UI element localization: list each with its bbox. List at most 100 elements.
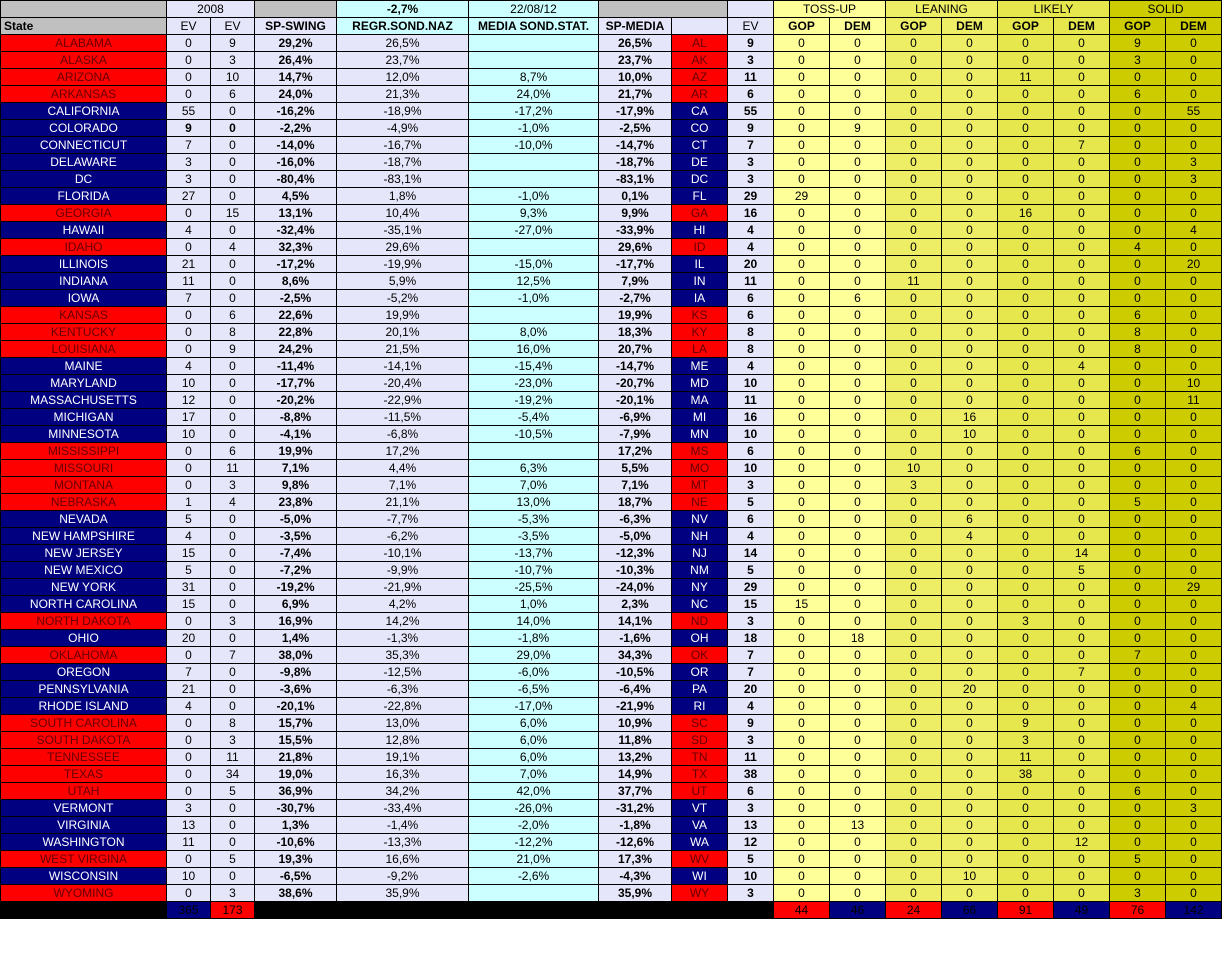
regr-sond-naz: 12,0% [336, 68, 469, 86]
media-sond-stat: -1,0% [468, 289, 599, 307]
usa-likely-dem: 49 [1053, 901, 1110, 919]
tossup-dem: 0 [829, 272, 886, 290]
likely-dem: 4 [1053, 357, 1110, 375]
state-abbr: UT [671, 782, 728, 800]
sp-swing: 6,9% [254, 595, 337, 613]
state-abbr: MD [671, 374, 728, 392]
state-abbr: GA [671, 204, 728, 222]
sp-swing: 29,2% [254, 34, 337, 52]
ev-2012: 7 [727, 646, 774, 664]
media-sond-stat [468, 170, 599, 188]
table-row: NEW MEXICO 5 0 -7,2% -9,9% -10,7% -10,3% NM 5 0 0 0… [0, 561, 1222, 579]
solid-gop: 0 [1109, 221, 1166, 239]
media-sond-stat: 7,0% [468, 765, 599, 783]
likely-gop: 0 [997, 374, 1054, 392]
ev-rep-2008: 7 [210, 646, 255, 664]
ev-dem-2008: 15 [166, 595, 211, 613]
ev-dem-2008: 10 [166, 425, 211, 443]
ev-2012: 3 [727, 731, 774, 749]
ev-rep-2008: 4 [210, 493, 255, 511]
state-column-header: State [0, 17, 167, 35]
usa-total-ev: 538 [727, 901, 774, 919]
state-name: WEST VIRGINA [0, 850, 167, 868]
sp-swing: 9,8% [254, 476, 337, 494]
leaning-dem: 4 [941, 527, 998, 545]
sp-swing: -16,0% [254, 153, 337, 171]
regr-sond-naz: -21,9% [336, 578, 469, 596]
solid-dem: 0 [1165, 663, 1222, 681]
table-row: SOUTH DAKOTA 0 3 15,5% 12,8% 6,0% 11,8% SD 3 0 0 0 0… [0, 731, 1222, 749]
ev-rep-2008: 0 [210, 272, 255, 290]
ev-2012: 14 [727, 544, 774, 562]
state-abbr: NM [671, 561, 728, 579]
ev-dem-2008: 11 [166, 272, 211, 290]
likely-dem: 0 [1053, 442, 1110, 460]
state-name: ALABAMA [0, 34, 167, 52]
table-row: MASSACHUSETTS 12 0 -20,2% -22,9% -19,2% -20,1%… [0, 391, 1222, 409]
ev-rep-2008: 3 [210, 731, 255, 749]
ev-2012: 4 [727, 527, 774, 545]
leaning-dem: 0 [941, 884, 998, 902]
likely-dem: 0 [1053, 408, 1110, 426]
likely-gop: 0 [997, 85, 1054, 103]
ev-2012: 11 [727, 748, 774, 766]
sp-swing: -80,4% [254, 170, 337, 188]
swing-column-header: SP-SWING [254, 17, 337, 35]
solid-gop: 0 [1109, 714, 1166, 732]
regr-sond-naz: -14,1% [336, 357, 469, 375]
tossup-gop: 0 [773, 221, 830, 239]
leaning-dem: 0 [941, 34, 998, 52]
leaning-gop: 0 [885, 578, 942, 596]
leaning-dem: 0 [941, 170, 998, 188]
regr-sond-naz: 21,3% [336, 85, 469, 103]
ev-rep-2008: 9 [210, 340, 255, 358]
leaning-dem: 0 [941, 442, 998, 460]
ev-dem-2008: 21 [166, 680, 211, 698]
likely-gop: 3 [997, 612, 1054, 630]
solid-dem-header: DEM [1165, 17, 1222, 35]
state-name: NORTH DAKOTA [0, 612, 167, 630]
state-name: MINNESOTA [0, 425, 167, 443]
state-name: ARIZONA [0, 68, 167, 86]
leaning-gop: 0 [885, 255, 942, 273]
likely-dem: 0 [1053, 459, 1110, 477]
regr-column-header: REGR.SOND.NAZ [336, 17, 469, 35]
ev-2012: 20 [727, 255, 774, 273]
solid-gop: 0 [1109, 272, 1166, 290]
ev-rep-2008: 0 [210, 867, 255, 885]
ev-rep-2008: 4 [210, 238, 255, 256]
state-name: IOWA [0, 289, 167, 307]
tossup-dem: 0 [829, 221, 886, 239]
ev-rep-2008: 0 [210, 153, 255, 171]
leaning-dem: 0 [941, 646, 998, 664]
table-row: MAINE 4 0 -11,4% -14,1% -15,4% -14,7% ME 4 0 0 0 0 0 4… [0, 357, 1222, 375]
table-row: OKLAHOMA 0 7 38,0% 35,3% 29,0% 34,3% OK 7 0 0 0 0 0 0 7… [0, 646, 1222, 664]
state-name: ILLINOIS [0, 255, 167, 273]
media-sond-stat: 6,3% [468, 459, 599, 477]
leaning-gop: 0 [885, 34, 942, 52]
ev-rep-2008: 0 [210, 391, 255, 409]
ev-2012: 6 [727, 442, 774, 460]
usa-solid-dem: 142 [1165, 901, 1222, 919]
leaning-gop: 0 [885, 187, 942, 205]
sp-media: -4,3% [598, 867, 672, 885]
sp-swing: 22,6% [254, 306, 337, 324]
state-name: ALASKA [0, 51, 167, 69]
leaning-gop: 0 [885, 816, 942, 834]
table-row: NEW HAMPSHIRE 4 0 -3,5% -6,2% -3,5% -5,0% NH 4 0 0… [0, 527, 1222, 545]
regr-sond-naz: -1,4% [336, 816, 469, 834]
leaning-gop: 0 [885, 119, 942, 137]
solid-gop: 0 [1109, 510, 1166, 528]
ev-dem-2008: 0 [166, 51, 211, 69]
usa-tossup-gop: 44 [773, 901, 830, 919]
ev-dem-2008: 7 [166, 663, 211, 681]
ev-rep-2008: 0 [210, 578, 255, 596]
sp-swing: 22,8% [254, 323, 337, 341]
leaning-gop: 0 [885, 340, 942, 358]
solid-dem: 0 [1165, 833, 1222, 851]
likely-dem: 0 [1053, 238, 1110, 256]
table-row: CONNECTICUT 7 0 -14,0% -16,7% -10,0% -14,7% CT 7… [0, 136, 1222, 154]
tossup-dem: 0 [829, 476, 886, 494]
solid-dem: 0 [1165, 884, 1222, 902]
tossup-gop: 0 [773, 374, 830, 392]
